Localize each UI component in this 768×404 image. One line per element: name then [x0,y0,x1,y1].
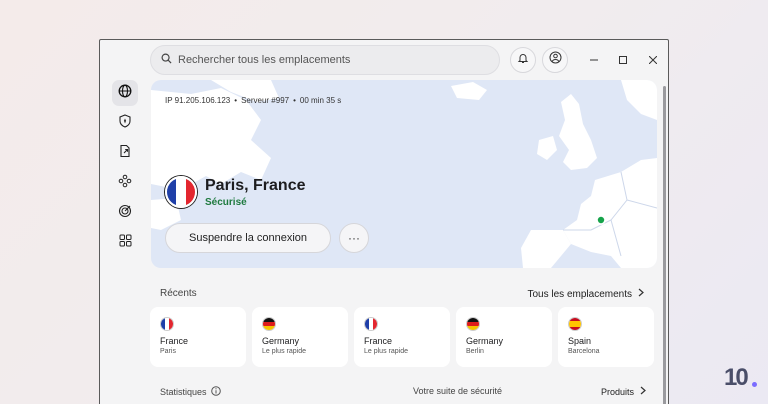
ip-address: IP 91.205.106.123 [165,96,231,105]
chevron-right-icon [640,386,646,397]
minimize-icon [590,51,598,69]
logo-dot [752,382,757,387]
all-locations-link[interactable]: Tous les emplacements [528,288,645,300]
user-icon [549,51,562,69]
sidebar-item-locations[interactable] [112,80,138,106]
recent-location-card[interactable]: France Le plus rapide [354,307,450,367]
connection-map: IP 91.205.106.123 • Serveur #997 • 00 mi… [151,80,657,268]
location-title: Paris, France [205,176,306,194]
minimize-button[interactable] [584,50,604,70]
germany-flag-icon [466,317,480,331]
search-bar[interactable] [150,45,500,75]
globe-icon [118,84,132,103]
france-flag-icon [165,176,197,208]
sidebar [100,80,150,404]
recent-location-card[interactable]: Spain Barcelona [558,307,654,367]
connection-details: IP 91.205.106.123 • Serveur #997 • 00 mi… [165,96,342,105]
close-icon [648,51,658,69]
france-flag-icon [160,317,174,331]
apps-grid-icon [119,234,132,252]
search-icon [161,51,172,69]
recent-location-card[interactable]: France Paris [150,307,246,367]
pause-connection-button[interactable]: Suspendre la connexion [165,223,331,253]
security-suite-heading: Votre suite de sécurité [413,386,503,396]
recent-location-card[interactable]: Germany Berlin [456,307,552,367]
account-button[interactable] [542,47,568,73]
top-bar [100,40,668,80]
sidebar-item-meshnet[interactable] [112,170,138,196]
sidebar-item-file-share[interactable] [112,140,138,166]
app-window: IP 91.205.106.123 • Serveur #997 • 00 mi… [99,39,669,404]
sidebar-item-dark-web-monitor[interactable] [112,200,138,226]
status-badge: Sécurisé [205,196,247,208]
shield-icon [118,113,132,133]
watermark-logo: 10 [724,364,749,391]
recents-title: Récents [160,288,197,299]
chevron-right-icon [638,288,644,300]
mesh-icon [118,174,132,193]
sidebar-item-apps[interactable] [112,230,138,256]
close-button[interactable] [643,50,663,70]
notifications-button[interactable] [510,47,536,73]
bell-icon [517,51,529,69]
search-input[interactable] [178,54,499,66]
current-location: Paris, France Sécurisé [165,176,306,208]
germany-flag-icon [262,317,276,331]
recents-list: France Paris Germany Le plus rapide Fran… [150,307,656,367]
recent-location-card[interactable]: Germany Le plus rapide [252,307,348,367]
file-share-icon [118,144,132,163]
more-options-button[interactable]: ··· [339,223,369,253]
maximize-button[interactable] [613,50,633,70]
server-number: Serveur #997 [241,96,290,105]
products-link[interactable]: Produits [601,386,646,397]
more-icon: ··· [348,231,360,245]
scrollbar[interactable] [663,86,666,404]
radar-icon [118,204,132,223]
sidebar-item-threat-protection[interactable] [112,110,138,136]
connection-duration: 00 min 35 s [299,96,342,105]
statistics-heading: Statistiques [160,386,221,398]
maximize-icon [619,51,627,69]
france-flag-icon [364,317,378,331]
spain-flag-icon [568,317,582,331]
info-icon[interactable] [210,386,221,398]
